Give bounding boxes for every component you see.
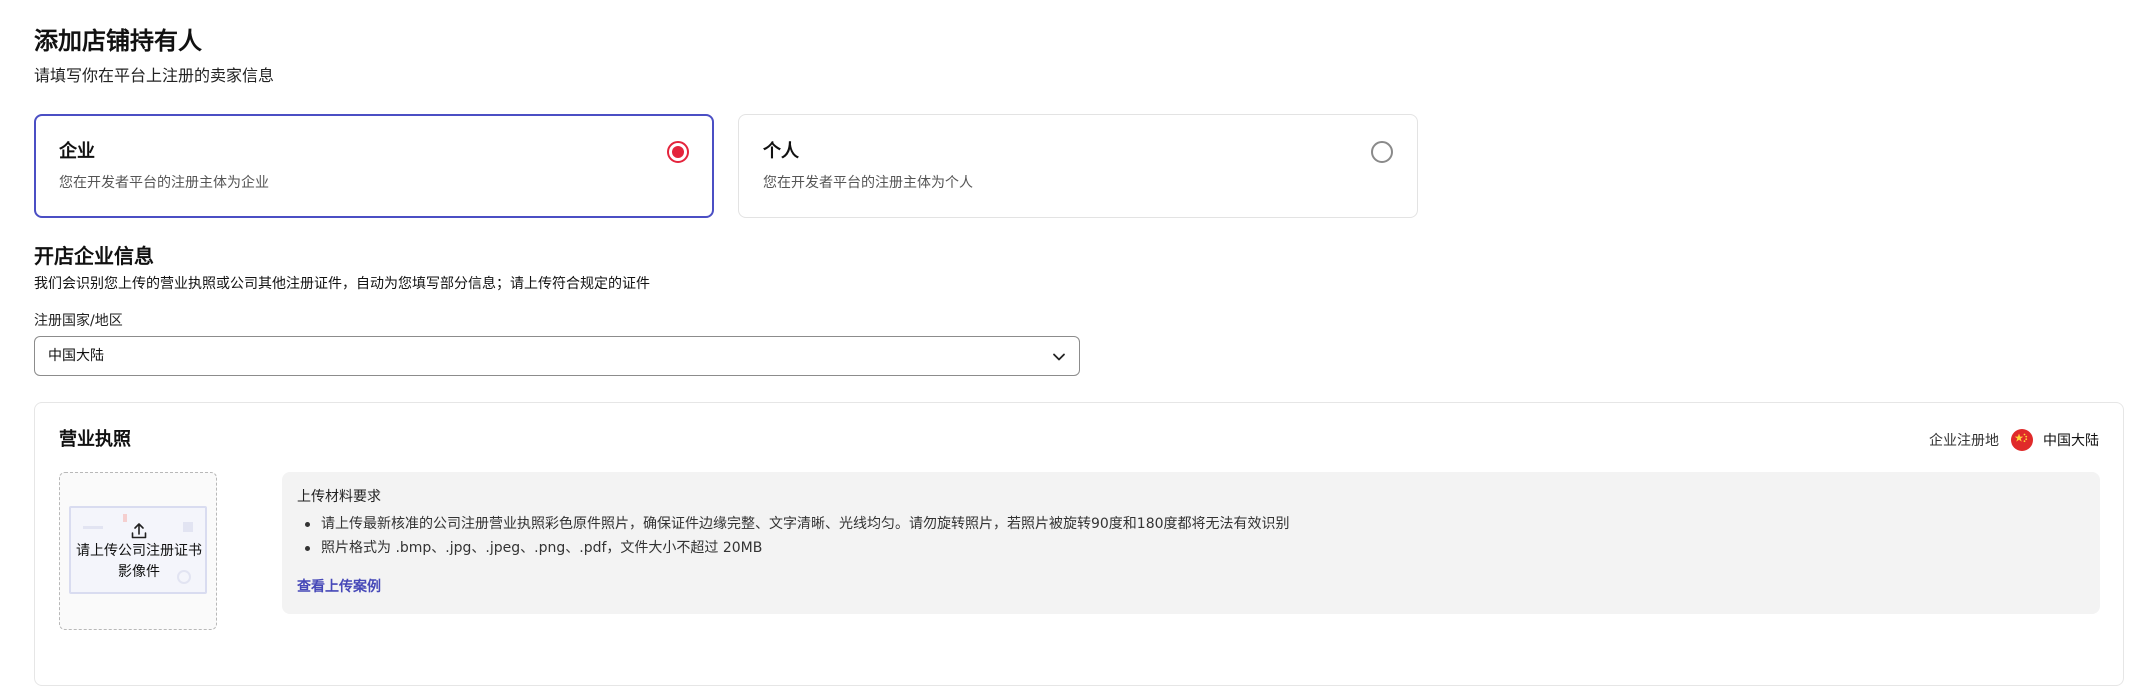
- upload-requirements: 上传材料要求 请上传最新核准的公司注册营业执照彩色原件照片，确保证件边缘完整、文…: [282, 472, 2100, 614]
- registration-region: 企业注册地 中国大陆: [1929, 428, 2099, 452]
- entity-option-description: 您在开发者平台的注册主体为个人: [763, 175, 973, 191]
- chevron-down-icon: [1053, 353, 1065, 361]
- country-select[interactable]: 中国大陆: [34, 336, 1080, 376]
- entity-option-description: 您在开发者平台的注册主体为企业: [59, 175, 269, 191]
- radio-selected-icon[interactable]: [667, 141, 689, 163]
- section-title: 开店企业信息: [34, 244, 154, 268]
- upload-prompt: 请上传公司注册证书影像件: [76, 543, 202, 580]
- entity-option-company[interactable]: 企业 您在开发者平台的注册主体为企业: [34, 114, 714, 218]
- requirement-item: 请上传最新核准的公司注册营业执照彩色原件照片，确保证件边缘完整、文字清晰、光线均…: [297, 512, 1290, 536]
- upload-icon: [131, 523, 147, 539]
- page-title: 添加店铺持有人: [34, 27, 202, 55]
- requirements-title: 上传材料要求: [297, 489, 381, 505]
- page-subtitle: 请填写你在平台上注册的卖家信息: [34, 66, 275, 85]
- country-select-value: 中国大陆: [48, 348, 104, 364]
- entity-option-title: 企业: [59, 141, 95, 162]
- entity-option-individual[interactable]: 个人 您在开发者平台的注册主体为个人: [738, 114, 1418, 218]
- china-flag-icon: [2011, 429, 2033, 451]
- region-label: 企业注册地: [1929, 433, 1999, 449]
- entity-option-title: 个人: [763, 141, 799, 162]
- country-field-label: 注册国家/地区: [34, 313, 123, 329]
- view-upload-example-link[interactable]: 查看上传案例: [297, 577, 381, 597]
- region-value: 中国大陆: [2043, 433, 2099, 449]
- business-license-card: 营业执照 企业注册地 中国大陆 请上传公司注册证书影像件 上传材料要求 请上传最…: [34, 402, 2124, 686]
- license-upload-area[interactable]: 请上传公司注册证书影像件: [59, 472, 217, 630]
- requirements-list: 请上传最新核准的公司注册营业执照彩色原件照片，确保证件边缘完整、文字清晰、光线均…: [297, 512, 1290, 560]
- section-description: 我们会识别您上传的营业执照或公司其他注册证件，自动为您填写部分信息；请上传符合规…: [34, 276, 650, 292]
- license-title: 营业执照: [59, 429, 131, 450]
- requirement-item: 照片格式为 .bmp、.jpg、.jpeg、.png、.pdf，文件大小不超过 …: [297, 536, 1290, 560]
- radio-unselected-icon[interactable]: [1371, 141, 1393, 163]
